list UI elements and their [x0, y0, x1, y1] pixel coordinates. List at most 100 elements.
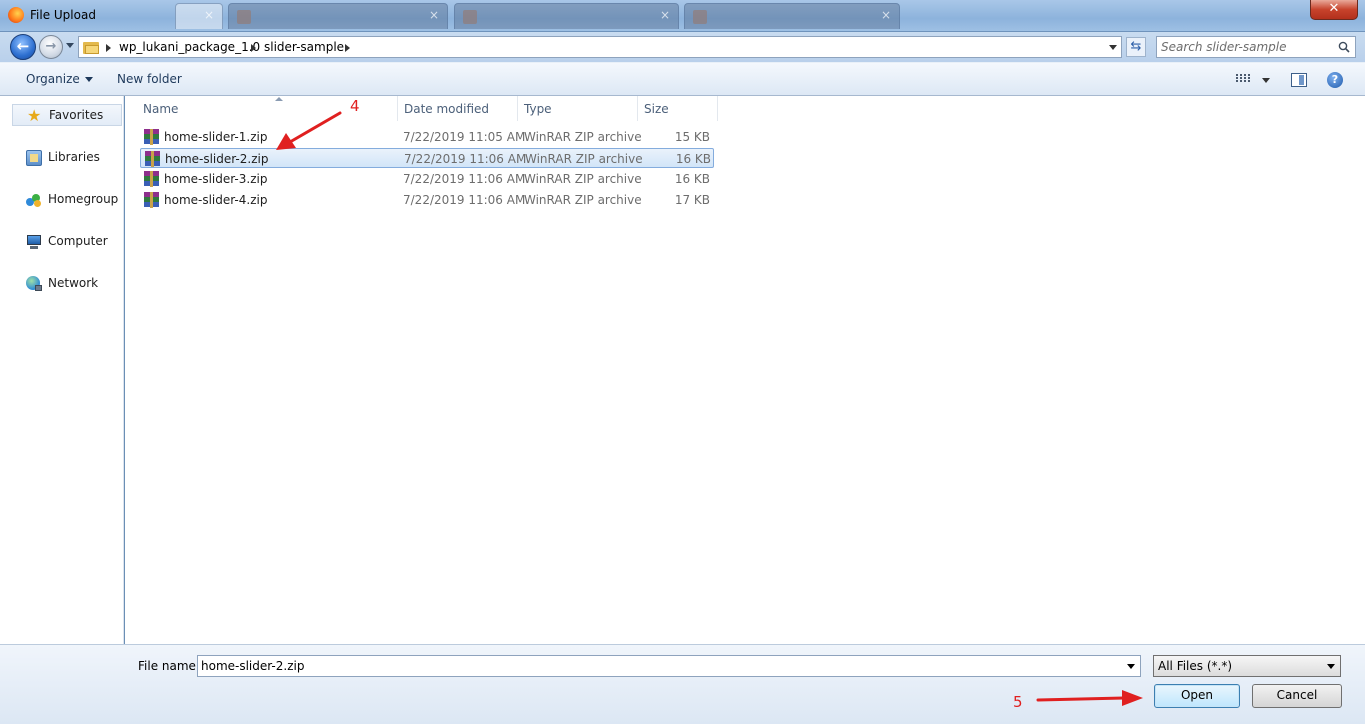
nav-item-computer[interactable]: Computer: [12, 231, 122, 253]
search-box[interactable]: [1156, 36, 1356, 58]
preview-pane-icon[interactable]: [1291, 73, 1307, 87]
refresh-icon: ⇆: [1130, 39, 1142, 54]
file-date: 7/22/2019 11:06 AM: [403, 193, 526, 207]
command-bar: Organize New folder ?: [0, 62, 1365, 96]
view-options-icon[interactable]: [1236, 74, 1250, 85]
nav-item-label: Computer: [48, 234, 108, 248]
file-size: 17 KB: [674, 193, 710, 207]
title-bar: File Upload × × × × ✕: [0, 0, 1365, 32]
recent-locations-dropdown[interactable]: [66, 43, 74, 48]
breadcrumb-chevron-icon[interactable]: [345, 44, 350, 52]
breadcrumb-item[interactable]: slider-sample: [264, 40, 344, 54]
file-type: WinRAR ZIP archive: [524, 193, 642, 207]
annotation-step-4: 4: [350, 97, 360, 115]
view-dropdown-icon[interactable]: [1262, 78, 1270, 83]
nav-item-label: Network: [48, 276, 99, 290]
star-icon: ★: [27, 106, 42, 125]
breadcrumb-chevron-icon[interactable]: [106, 44, 111, 52]
tab-close-icon: ×: [203, 8, 214, 22]
file-name: home-slider-1.zip: [164, 130, 268, 144]
breadcrumb-item[interactable]: wp_lukani_package_1.0: [119, 40, 260, 54]
file-list: Name Date modified Type Size home-slider…: [125, 96, 1365, 644]
nav-item-libraries[interactable]: Libraries: [12, 147, 122, 169]
file-row[interactable]: home-slider-4.zip 7/22/2019 11:06 AM Win…: [140, 190, 714, 210]
cancel-button[interactable]: Cancel: [1252, 684, 1342, 708]
dialog-footer: File name: All Files (*.*) Open Cancel: [0, 644, 1365, 724]
close-button[interactable]: ✕: [1310, 0, 1358, 20]
forward-arrow-icon: →: [45, 39, 57, 54]
nav-item-label: Favorites: [49, 108, 104, 122]
navigation-pane: ★ Favorites Libraries Homegroup Computer…: [0, 96, 124, 644]
file-size: 15 KB: [674, 130, 710, 144]
libraries-icon: [26, 150, 42, 166]
file-size: 16 KB: [675, 152, 711, 166]
file-type-value: All Files (*.*): [1158, 659, 1233, 673]
file-type: WinRAR ZIP archive: [524, 130, 642, 144]
winrar-archive-icon: [145, 151, 160, 167]
folder-icon: [83, 40, 99, 54]
annotation-step-5: 5: [1013, 693, 1023, 711]
homegroup-icon: [26, 192, 42, 208]
organize-button[interactable]: Organize: [26, 72, 93, 86]
winrar-archive-icon: [144, 129, 159, 145]
chevron-down-icon: [84, 77, 93, 82]
background-tab: ×: [454, 3, 679, 29]
column-header-size[interactable]: Size: [638, 96, 718, 121]
file-type-select[interactable]: All Files (*.*): [1153, 655, 1341, 677]
file-date: 7/22/2019 11:05 AM: [403, 130, 526, 144]
tab-favicon-icon: [693, 10, 707, 24]
file-name-label: File name:: [138, 659, 200, 673]
refresh-button[interactable]: ⇆: [1126, 37, 1146, 57]
tab-favicon-icon: [237, 10, 251, 24]
file-name-combo[interactable]: [197, 655, 1141, 677]
sort-ascending-icon: [275, 97, 283, 101]
tab-favicon-icon: [463, 10, 477, 24]
file-name-input[interactable]: [201, 658, 1111, 674]
file-type: WinRAR ZIP archive: [524, 172, 642, 186]
nav-item-network[interactable]: Network: [12, 273, 122, 295]
file-row[interactable]: home-slider-1.zip 7/22/2019 11:05 AM Win…: [140, 127, 714, 147]
file-date: 7/22/2019 11:06 AM: [403, 172, 526, 186]
network-icon: [26, 276, 42, 292]
nav-item-homegroup[interactable]: Homegroup: [12, 189, 122, 211]
forward-button[interactable]: →: [39, 35, 63, 59]
background-tab: ×: [684, 3, 900, 29]
nav-item-label: Homegroup: [48, 192, 119, 206]
column-header-date[interactable]: Date modified: [398, 96, 518, 121]
file-date: 7/22/2019 11:06 AM: [404, 152, 527, 166]
file-row-selected[interactable]: home-slider-2.zip 7/22/2019 11:06 AM Win…: [140, 148, 714, 168]
winrar-archive-icon: [144, 171, 159, 187]
file-row[interactable]: home-slider-3.zip 7/22/2019 11:06 AM Win…: [140, 169, 714, 189]
window-title: File Upload: [30, 8, 96, 22]
file-name: home-slider-3.zip: [164, 172, 268, 186]
address-row: ← → wp_lukani_package_1.0 slider-sample …: [0, 32, 1365, 62]
background-tab: ×: [228, 3, 448, 29]
new-folder-button[interactable]: New folder: [117, 72, 182, 86]
chevron-down-icon: [1327, 664, 1335, 669]
tab-close-icon: ×: [428, 8, 439, 22]
file-name: home-slider-2.zip: [165, 152, 269, 166]
tab-close-icon: ×: [659, 8, 670, 22]
file-size: 16 KB: [674, 172, 710, 186]
address-dropdown-icon[interactable]: [1109, 45, 1117, 50]
nav-item-favorites[interactable]: ★ Favorites: [12, 104, 122, 126]
open-button[interactable]: Open: [1154, 684, 1240, 708]
back-button[interactable]: ←: [10, 34, 36, 60]
search-input[interactable]: [1161, 39, 1331, 55]
breadcrumb-chevron-icon[interactable]: [251, 44, 256, 52]
computer-icon: [26, 234, 42, 250]
file-type: WinRAR ZIP archive: [525, 152, 643, 166]
nav-item-label: Libraries: [48, 150, 100, 164]
column-header-type[interactable]: Type: [518, 96, 638, 121]
back-arrow-icon: ←: [16, 37, 30, 55]
file-name: home-slider-4.zip: [164, 193, 268, 207]
chevron-down-icon[interactable]: [1127, 664, 1135, 669]
background-tab: ×: [175, 3, 223, 29]
winrar-archive-icon: [144, 192, 159, 208]
search-icon[interactable]: [1338, 41, 1350, 53]
help-icon[interactable]: ?: [1327, 72, 1343, 88]
organize-label: Organize: [26, 72, 80, 86]
firefox-icon: [8, 7, 24, 23]
tab-close-icon: ×: [880, 8, 891, 22]
address-bar[interactable]: wp_lukani_package_1.0 slider-sample: [78, 36, 1122, 58]
